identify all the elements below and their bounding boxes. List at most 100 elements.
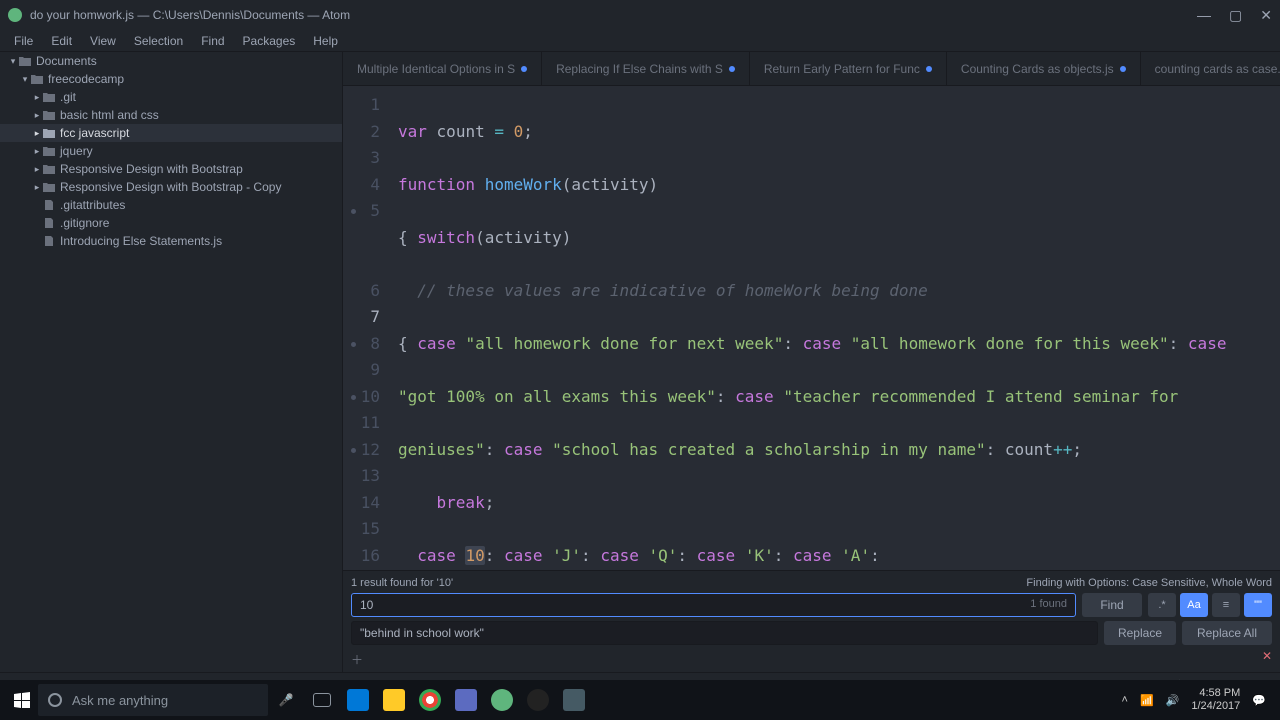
mic-icon[interactable]: 🎤 bbox=[270, 684, 302, 716]
tree-file[interactable]: .gitattributes bbox=[0, 196, 342, 214]
modified-dot-icon bbox=[729, 66, 735, 72]
tree-item-label: .git bbox=[60, 90, 76, 104]
menu-selection[interactable]: Selection bbox=[126, 32, 191, 50]
folder-icon bbox=[42, 127, 56, 139]
tab-label: Multiple Identical Options in S bbox=[357, 62, 515, 76]
tree-file[interactable]: .gitignore bbox=[0, 214, 342, 232]
tray-network-icon[interactable]: 📶 bbox=[1140, 694, 1154, 707]
gutter: 1 2 3 4 5 6 7 8 9 10 11 12 13 14 15 16 1… bbox=[343, 86, 398, 570]
window-title: do your homwork.js — C:\Users\Dennis\Doc… bbox=[30, 8, 350, 22]
replace-field[interactable] bbox=[360, 626, 1089, 640]
editor[interactable]: 1 2 3 4 5 6 7 8 9 10 11 12 13 14 15 16 1… bbox=[343, 86, 1280, 570]
close-panel-icon[interactable]: ✕ bbox=[1262, 649, 1272, 663]
menu-edit[interactable]: Edit bbox=[43, 32, 80, 50]
find-button[interactable]: Find bbox=[1082, 593, 1142, 617]
menu-packages[interactable]: Packages bbox=[235, 32, 304, 50]
tree-item-label: Responsive Design with Bootstrap bbox=[60, 162, 243, 176]
chevron-right-icon: ▸ bbox=[32, 182, 42, 193]
tree-item-label: Responsive Design with Bootstrap - Copy bbox=[60, 180, 281, 194]
tree-root[interactable]: ▾ Documents bbox=[0, 52, 342, 70]
tab[interactable]: counting cards as case.js bbox=[1141, 52, 1280, 85]
tree-item-label: jquery bbox=[60, 144, 93, 158]
find-status-text: 1 result found for '10' bbox=[351, 577, 453, 589]
obs-icon[interactable] bbox=[522, 684, 554, 716]
selection-option[interactable]: ≡ bbox=[1212, 593, 1240, 617]
regex-option[interactable]: .* bbox=[1148, 593, 1176, 617]
find-options-text: Finding with Options: Case Sensitive, Wh… bbox=[1026, 577, 1272, 589]
tree-folder[interactable]: ▸ basic html and css bbox=[0, 106, 342, 124]
chevron-down-icon: ▾ bbox=[20, 74, 30, 85]
chevron-right-icon: ▸ bbox=[32, 128, 42, 139]
atom-icon[interactable] bbox=[486, 684, 518, 716]
menubar: File Edit View Selection Find Packages H… bbox=[0, 30, 1280, 52]
tree-item-label: basic html and css bbox=[60, 108, 159, 122]
modified-dot-icon bbox=[926, 66, 932, 72]
whole-word-option[interactable]: "" bbox=[1244, 593, 1272, 617]
folder-icon bbox=[42, 163, 56, 175]
find-count: 1 found bbox=[1030, 598, 1067, 612]
explorer-icon[interactable] bbox=[378, 684, 410, 716]
tree-folder[interactable]: ▸ Responsive Design with Bootstrap - Copy bbox=[0, 178, 342, 196]
case-option[interactable]: Aa bbox=[1180, 593, 1208, 617]
search-placeholder: Ask me anything bbox=[72, 693, 168, 708]
folder-icon bbox=[30, 73, 44, 85]
tab-bar: Multiple Identical Options in S Replacin… bbox=[343, 52, 1280, 86]
close-button[interactable]: ✕ bbox=[1260, 7, 1272, 24]
tab[interactable]: Multiple Identical Options in S bbox=[343, 52, 542, 85]
app-icon[interactable] bbox=[558, 684, 590, 716]
folder-icon bbox=[42, 91, 56, 103]
minimize-button[interactable]: — bbox=[1197, 7, 1211, 24]
tree-file[interactable]: Introducing Else Statements.js bbox=[0, 232, 342, 250]
replace-input[interactable] bbox=[351, 621, 1098, 645]
file-icon bbox=[42, 217, 56, 229]
tree-folder[interactable]: ▸jquery bbox=[0, 142, 342, 160]
code-content[interactable]: var count = 0; function homeWork(activit… bbox=[398, 86, 1280, 570]
tab-label: counting cards as case.js bbox=[1155, 62, 1280, 76]
menu-view[interactable]: View bbox=[82, 32, 124, 50]
tray-clock[interactable]: 4:58 PM 1/24/2017 bbox=[1191, 687, 1240, 713]
replace-button[interactable]: Replace bbox=[1104, 621, 1176, 645]
menu-help[interactable]: Help bbox=[305, 32, 346, 50]
folder-icon bbox=[42, 109, 56, 121]
app-icon[interactable] bbox=[450, 684, 482, 716]
tree-folder[interactable]: ▸fcc javascript bbox=[0, 124, 342, 142]
folder-icon bbox=[42, 181, 56, 193]
start-button[interactable] bbox=[6, 684, 38, 716]
chrome-icon[interactable] bbox=[414, 684, 446, 716]
tree-project-label: freecodecamp bbox=[48, 72, 124, 86]
tree-folder[interactable]: ▸Responsive Design with Bootstrap bbox=[0, 160, 342, 178]
chevron-right-icon: ▸ bbox=[32, 92, 42, 103]
windows-icon bbox=[14, 692, 30, 708]
tree-folder[interactable]: ▸ .git bbox=[0, 88, 342, 106]
maximize-button[interactable]: ▢ bbox=[1229, 7, 1242, 24]
chevron-right-icon: ▸ bbox=[32, 110, 42, 121]
tree-view[interactable]: ▾ Documents ▾ freecodecamp ▸ .git ▸ basic … bbox=[0, 52, 343, 672]
task-view-icon[interactable] bbox=[306, 684, 338, 716]
tree-item-label: .gitignore bbox=[60, 216, 109, 230]
menu-find[interactable]: Find bbox=[193, 32, 232, 50]
tab-label: Replacing If Else Chains with S bbox=[556, 62, 723, 76]
tree-item-label: Introducing Else Statements.js bbox=[60, 234, 222, 248]
tree-item-label: .gitattributes bbox=[60, 198, 125, 212]
tree-project[interactable]: ▾ freecodecamp bbox=[0, 70, 342, 88]
add-cursor-icon[interactable]: ＋ bbox=[351, 653, 363, 667]
tree-root-label: Documents bbox=[36, 54, 97, 68]
tray-chevron-icon[interactable]: ˄ bbox=[1122, 694, 1128, 706]
tab-label: Counting Cards as objects.js bbox=[961, 62, 1114, 76]
menu-file[interactable]: File bbox=[6, 32, 41, 50]
tab[interactable]: Counting Cards as objects.js bbox=[947, 52, 1141, 85]
find-input[interactable]: 1 found bbox=[351, 593, 1076, 617]
replace-all-button[interactable]: Replace All bbox=[1182, 621, 1272, 645]
modified-dot-icon bbox=[1120, 66, 1126, 72]
tab[interactable]: Return Early Pattern for Func bbox=[750, 52, 947, 85]
tab-label: Return Early Pattern for Func bbox=[764, 62, 920, 76]
find-field[interactable] bbox=[360, 598, 1030, 612]
tray-notifications-icon[interactable]: 💬 bbox=[1252, 694, 1266, 707]
file-icon bbox=[42, 235, 56, 247]
folder-icon bbox=[42, 145, 56, 157]
cortana-search[interactable]: Ask me anything bbox=[38, 684, 268, 716]
folder-icon bbox=[18, 55, 32, 67]
tray-volume-icon[interactable]: 🔊 bbox=[1166, 694, 1180, 707]
tab[interactable]: Replacing If Else Chains with S bbox=[542, 52, 750, 85]
edge-icon[interactable] bbox=[342, 684, 374, 716]
